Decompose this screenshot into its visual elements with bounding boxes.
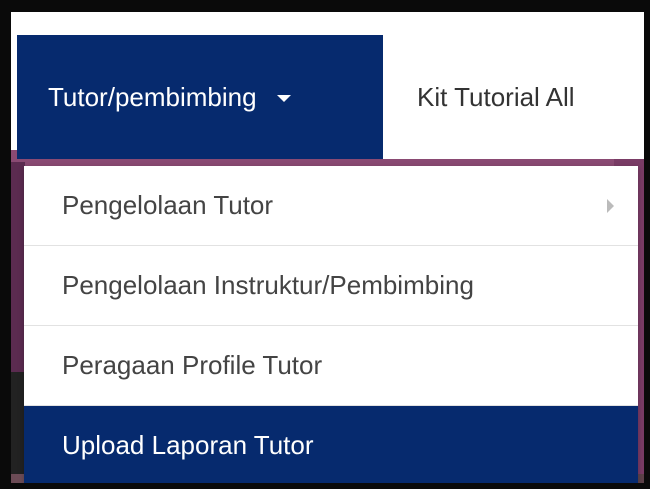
menu-item-label: Peragaan Profile Tutor [62,350,323,380]
chevron-right-icon [607,198,614,213]
nav-menu-tutor-pembimbing[interactable]: Tutor/pembimbing [17,35,383,159]
menu-item-label: Upload Laporan Tutor [62,429,314,460]
dropdown-menu: Pengelolaan Tutor Pengelolaan Instruktur… [24,166,638,484]
caret-down-icon [276,95,291,102]
nav-menu-label: Tutor/pembimbing [48,81,257,112]
background-photo-left [11,372,25,483]
top-navbar: Tutor/pembimbing Kit Tutorial All [17,35,644,159]
menu-item-pengelolaan-tutor[interactable]: Pengelolaan Tutor [24,166,638,246]
menu-item-pengelolaan-instruktur[interactable]: Pengelolaan Instruktur/Pembimbing [24,246,638,326]
menu-item-peragaan-profile-tutor[interactable]: Peragaan Profile Tutor [24,326,638,406]
menu-item-label: Pengelolaan Instruktur/Pembimbing [62,270,474,300]
menu-item-label: Pengelolaan Tutor [62,190,274,220]
menu-item-upload-laporan-tutor[interactable]: Upload Laporan Tutor [24,406,638,484]
nav-menu-label: Kit Tutorial All [417,81,575,112]
nav-menu-kit-tutorial-all[interactable]: Kit Tutorial All [417,35,575,159]
